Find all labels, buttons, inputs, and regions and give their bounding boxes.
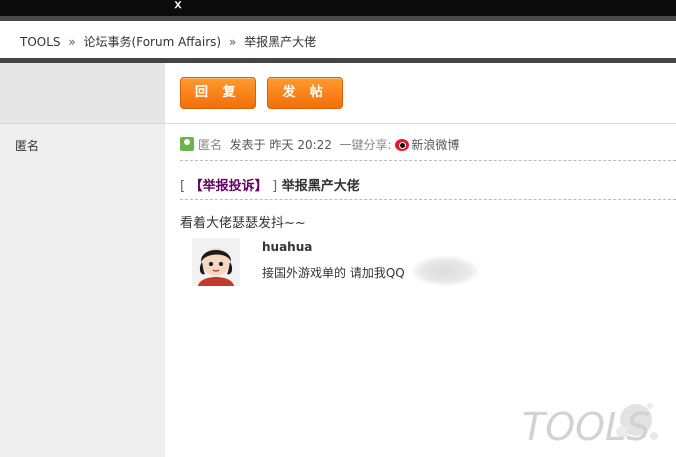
breadcrumb: TOOLS » 论坛事务(Forum Affairs) » 举报黑产大佬: [20, 33, 316, 50]
posted-time: 昨天 20:22: [269, 138, 332, 152]
breadcrumb-separator: »: [228, 35, 237, 49]
title-divider: [180, 199, 676, 200]
reply-button[interactable]: 回 复: [180, 77, 256, 109]
redacted-blur: [412, 256, 478, 286]
meta-divider: [180, 160, 676, 161]
top-header-bar: ｘ: [0, 0, 676, 16]
post-title: [ 【举报投诉】 ] 举报黑产大佬: [180, 175, 360, 194]
title-bracket-open: [: [180, 179, 186, 194]
header-strip: [0, 16, 676, 21]
post-body: 看着大佬瑟瑟发抖~~: [180, 216, 306, 231]
share-label: 一键分享:: [339, 138, 392, 152]
author-sidebar: 匿名: [0, 63, 165, 457]
toolbar-divider: [165, 123, 676, 124]
post-title-text: 举报黑产大佬: [281, 179, 360, 194]
quoted-username[interactable]: huahua: [262, 240, 312, 254]
avatar[interactable]: [192, 238, 240, 286]
post-meta: 匿名 发表于 昨天 20:22 一键分享: 新浪微博: [180, 136, 459, 153]
post-author: 匿名: [198, 138, 223, 152]
share-weibo-link[interactable]: 新浪微博: [411, 138, 459, 152]
breadcrumb-forum-link[interactable]: 论坛事务(Forum Affairs): [84, 35, 222, 49]
breadcrumb-home-link[interactable]: TOOLS: [20, 35, 61, 49]
user-icon: [180, 137, 194, 151]
quoted-text: 接国外游戏单的 请加我QQ: [262, 266, 405, 280]
sidebar-author-name: 匿名: [15, 139, 40, 153]
new-post-button[interactable]: 发 帖: [267, 77, 343, 109]
posted-label: 发表于: [229, 138, 266, 152]
action-toolbar: 回 复 发 帖: [180, 77, 351, 109]
header-logo-fragment-icon: ｘ: [172, 0, 186, 11]
breadcrumb-separator: »: [68, 35, 76, 49]
sidebar-top-area: [0, 63, 165, 124]
weibo-icon[interactable]: [395, 139, 410, 151]
title-bracket-close: ]: [272, 179, 278, 194]
breadcrumb-thread-link[interactable]: 举报黑产大佬: [244, 35, 316, 49]
watermark-logo: TOOLS: [518, 396, 668, 452]
post-category-link[interactable]: 【举报投诉】: [190, 179, 268, 194]
watermark-text: TOOLS: [522, 405, 650, 449]
